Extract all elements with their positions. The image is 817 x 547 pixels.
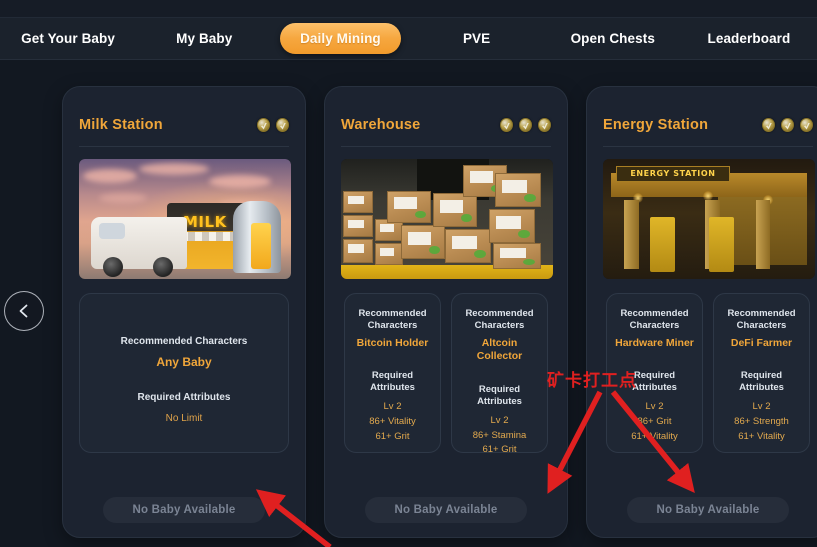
card-artwork-energy-station: ENERGY STATION: [603, 159, 815, 279]
card-header: Warehouse: [341, 103, 551, 147]
tab-my-baby[interactable]: My Baby: [136, 31, 272, 46]
card-artwork-warehouse: [341, 159, 553, 279]
no-baby-available-button[interactable]: No Baby Available: [103, 497, 265, 523]
recommended-character-value: Bitcoin Holder: [356, 336, 429, 349]
attribute-panel: Recommended Characters Bitcoin Holder Re…: [344, 293, 441, 453]
tab-daily-mining[interactable]: Daily Mining: [272, 23, 408, 54]
attribute-panel: Recommended Characters DeFi Farmer Requi…: [713, 293, 810, 453]
energy-sign-text: ENERGY STATION: [630, 169, 716, 179]
tab-leaderboard[interactable]: Leaderboard: [681, 31, 817, 46]
tab-open-chests[interactable]: Open Chests: [545, 31, 681, 46]
card-attribute-panels: Recommended Characters Bitcoin Holder Re…: [341, 293, 551, 455]
required-attribute-item: 86+ Vitality: [369, 415, 416, 427]
attribute-panel: Recommended Characters Altcoin Collector…: [451, 293, 548, 455]
mining-cards-carousel: Milk Station MILK Recommended Characters…: [62, 86, 817, 538]
required-attribute-item: 61+ Grit: [482, 444, 517, 456]
no-baby-available-button[interactable]: No Baby Available: [627, 497, 789, 523]
reward-coins: [762, 117, 813, 132]
required-attributes-label: Required Attributes: [370, 370, 415, 394]
required-attribute-item: 86+ Strength: [734, 415, 789, 427]
required-attribute-item: 86+ Grit: [637, 415, 672, 427]
tab-daily-mining-pill[interactable]: Daily Mining: [280, 23, 401, 54]
card-header: Milk Station: [79, 103, 289, 147]
recommended-character-value: DeFi Farmer: [730, 336, 793, 349]
recommended-line-2: Characters: [367, 319, 418, 331]
recommended-line-2: Characters: [474, 319, 525, 331]
card-title: Warehouse: [341, 116, 421, 133]
tab-get-your-baby[interactable]: Get Your Baby: [0, 31, 136, 46]
app-root: Get Your Baby My Baby Daily Mining PVE O…: [0, 0, 817, 547]
card-artwork-milk-station: MILK: [79, 159, 291, 279]
required-attributes-label: Required Attributes: [137, 392, 231, 404]
warehouse-artwork: [341, 159, 553, 279]
recommended-character-value: Any Baby: [156, 354, 212, 369]
recommended-line-1: Recommended: [465, 308, 534, 319]
coin-icon: [762, 117, 775, 132]
recommended-characters-label: Recommended Characters: [613, 308, 696, 332]
required-attribute-item: 61+ Grit: [375, 430, 410, 442]
recommended-characters-label: Recommended Characters: [458, 308, 541, 332]
recommended-line-1: Recommended: [620, 308, 689, 319]
coin-icon: [500, 117, 513, 132]
required-attributes-label: Required Attributes: [739, 370, 784, 394]
recommended-line-1: Recommended: [727, 308, 796, 319]
required-attribute-item: 61+ Vitality: [631, 430, 678, 442]
milk-sign-text: MILK: [183, 213, 227, 231]
mining-card-milk-station[interactable]: Milk Station MILK Recommended Characters…: [62, 86, 306, 538]
chevron-left-icon: [19, 304, 28, 318]
mining-card-warehouse[interactable]: Warehouse Recommended Characters Bitcoin…: [324, 86, 568, 538]
recommended-character-value: Hardware Miner: [615, 336, 694, 349]
required-attribute-item: Lv 2: [490, 414, 509, 426]
reward-coins: [257, 117, 289, 132]
recommended-line-2: Characters: [736, 319, 787, 331]
required-attributes-list: Lv 2 86+ Vitality 61+ Grit: [351, 400, 434, 444]
coin-icon: [538, 117, 551, 132]
energy-station-sign: ENERGY STATION: [615, 166, 731, 182]
required-attribute-item: Lv 2: [645, 401, 664, 413]
milk-station-artwork: MILK: [79, 159, 291, 279]
required-attribute-item: 86+ Stamina: [472, 429, 527, 441]
required-attributes-list: Lv 2 86+ Grit 61+ Vitality: [613, 400, 696, 444]
attribute-panel: Recommended Characters Any Baby Required…: [79, 293, 289, 453]
required-attribute-item: Lv 2: [752, 401, 771, 413]
carousel-prev-button[interactable]: [4, 291, 44, 331]
required-attributes-label: Required Attributes: [632, 370, 677, 394]
required-attributes-list: Lv 2 86+ Stamina 61+ Grit: [458, 414, 541, 458]
required-attributes-list: Lv 2 86+ Strength 61+ Vitality: [720, 400, 803, 444]
card-attribute-panels: Recommended Characters Hardware Miner Re…: [603, 293, 813, 453]
card-title: Milk Station: [79, 116, 163, 133]
recommended-line-2: Characters: [629, 319, 680, 331]
card-header: Energy Station: [603, 103, 813, 147]
required-attribute-item: 61+ Vitality: [738, 430, 785, 442]
no-baby-available-button[interactable]: No Baby Available: [365, 497, 527, 523]
recommended-characters-label: Recommended Characters: [351, 308, 434, 332]
energy-station-artwork: ENERGY STATION: [603, 159, 815, 279]
card-title: Energy Station: [603, 116, 709, 133]
main-nav: Get Your Baby My Baby Daily Mining PVE O…: [0, 18, 817, 60]
reward-coins: [500, 117, 551, 132]
coin-icon: [257, 117, 270, 132]
mining-card-energy-station[interactable]: Energy Station ENERGY STATION Recommende…: [586, 86, 817, 538]
required-attribute-item: Lv 2: [383, 401, 402, 413]
coin-icon: [800, 117, 813, 132]
required-attributes-label: Required Attributes: [477, 384, 522, 407]
recommended-character-value: Altcoin Collector: [476, 336, 523, 363]
required-attribute-item: No Limit: [165, 412, 203, 424]
attribute-panel: Recommended Characters Hardware Miner Re…: [606, 293, 703, 453]
recommended-characters-label: Recommended Characters: [720, 308, 803, 332]
coin-icon: [519, 117, 532, 132]
recommended-line-1: Recommended: [358, 308, 427, 319]
coin-icon: [276, 117, 289, 132]
coin-icon: [781, 117, 794, 132]
tab-pve[interactable]: PVE: [409, 31, 545, 46]
top-strip: [0, 0, 817, 18]
recommended-characters-label: Recommended Characters: [120, 336, 248, 347]
card-attribute-panels: Recommended Characters Any Baby Required…: [79, 293, 289, 453]
